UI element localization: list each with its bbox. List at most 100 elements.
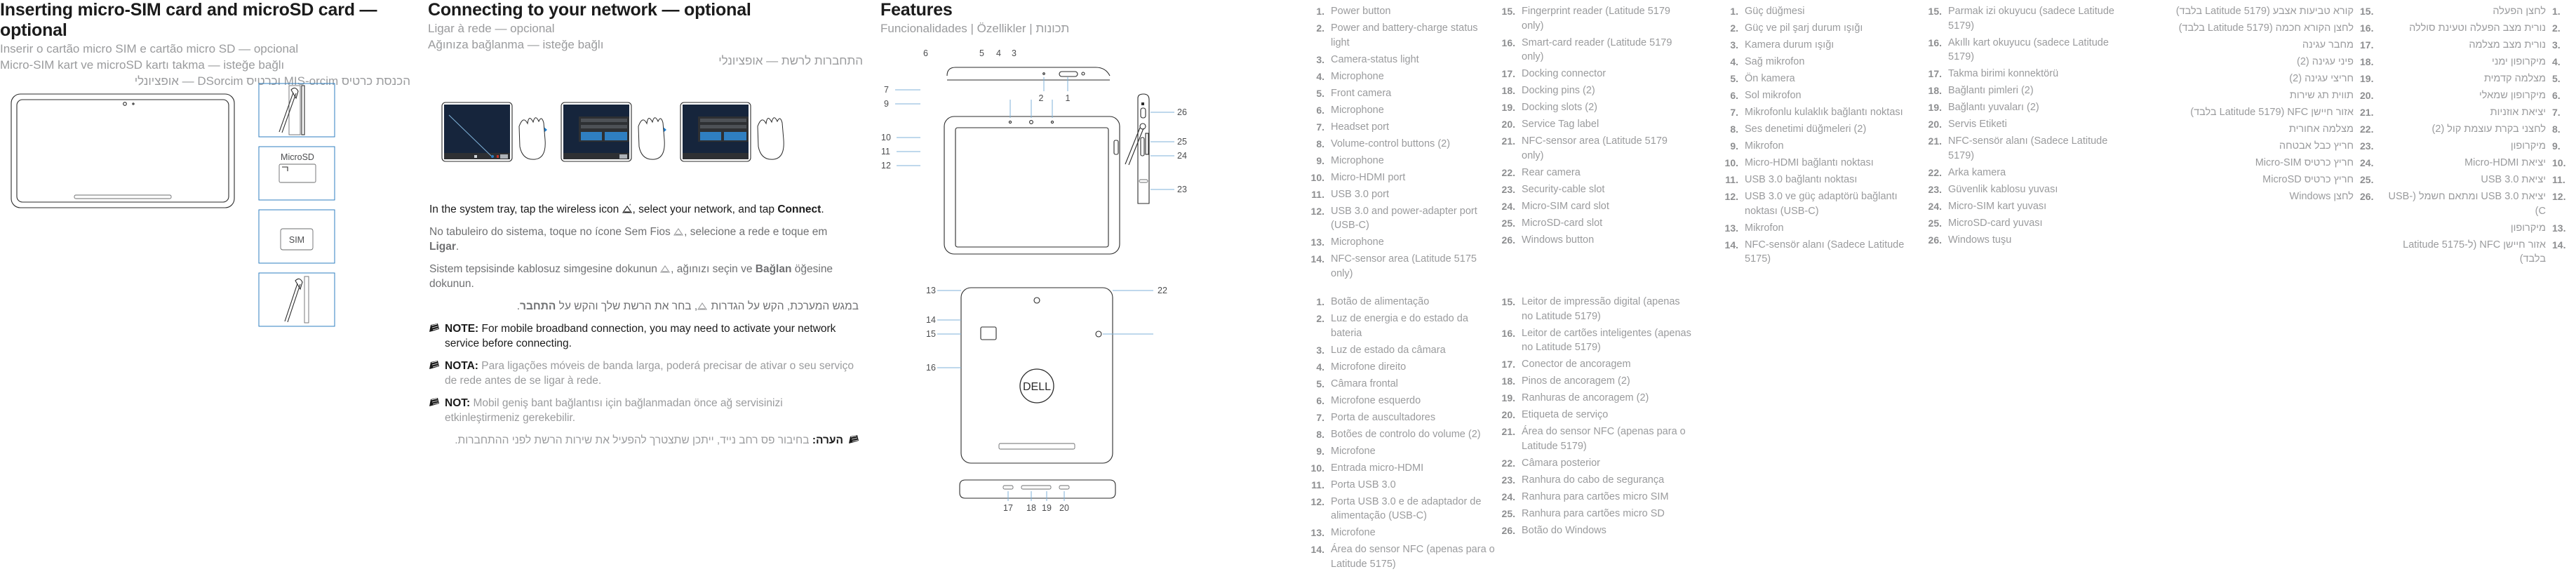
feature-item-number: .15 [2360,6,2374,17]
feature-item-number: 8. [1316,138,1324,149]
feature-item-number: .20 [2360,90,2374,101]
feature-list-item: 10. Entrada micro-HDMI [1306,461,1496,476]
feature-item-label: Kamera durum ışığı [1745,39,1834,51]
feature-item-number: 4. [1730,56,1738,67]
feature-item-label: יציאת Micro-HDMI [2464,157,2546,168]
callout-4: 4 [996,48,1001,58]
sim-tray-step-3: SIM [258,209,335,264]
feature-item-label: Windows button [1522,234,1595,246]
feature-item-label: Micro-SIM card slot [1522,200,1609,212]
feature-item-label: Pinos de ancoragem (2) [1522,375,1630,387]
feature-item-label: מחבר עגינה [2302,39,2354,51]
sim-label: SIM [289,235,304,245]
setup-guide-poster: Inserting micro-SIM card and microSD car… [0,0,2576,570]
feature-item-label: Micro-HDMI port [1331,171,1406,183]
feature-list-item: 15. Leitor de impressão digital (apenas n… [1497,295,1693,323]
feature-item-label: Ranhura para cartões micro SIM [1522,490,1669,502]
feature-item-number: 10. [1310,171,1324,183]
feature-item-number: 15. [1928,6,1942,17]
feature-item-number: .18 [2360,56,2374,67]
feature-list-item: 23. Security-cable slot [1497,182,1672,197]
feature-item-label: Bağlantı pimleri (2) [1948,85,2034,96]
feature-item-label: Akıllı kart okuyucu (sadece Latitude 517… [1948,36,2109,63]
feature-item-number: 23. [1501,474,1515,486]
feature-item-label: Porta de auscultadores [1331,411,1436,423]
feature-item-label: Mikrofon [1745,222,1784,234]
wireless-icon-tr [660,264,671,273]
wireless-icon-pt [673,227,684,236]
feature-list-item: .26 לחצן Windows [2175,189,2378,204]
feature-item-number: 22. [1501,166,1515,178]
feature-item-label: Microphone [1331,70,1384,82]
note-text-he: בחיבור פס רחב נייד, ייתכן שתצטרך להפעיל … [455,434,810,446]
feature-item-label: מיקרופון [2510,140,2546,152]
feature-item-number: .4 [2552,56,2561,67]
feature-item-label: מיקרופון ימני [2491,56,2546,67]
feature-item-label: Área do sensor NFC (apenas para o Latitu… [1331,544,1495,570]
callout-10: 10 [881,133,891,142]
feature-list-item: 24. Ranhura para cartões micro SIM [1497,490,1693,505]
feature-list-item: .17 מחבר עגינה [2175,38,2378,53]
wireless-icon: * [622,204,633,213]
feature-item-number: 20. [1501,119,1515,130]
feature-list-item: 4. Microphone [1306,69,1490,84]
network-section-subtitle-pt: Ligar à rede — opcional [428,22,555,35]
feature-list-item: .4 מיקרופון ימני [2387,55,2570,69]
feature-list-item: 21. NFC-sensör alanı (Sadece Latitude 517… [1924,134,2114,163]
feature-list-item: 26. Botão do Windows [1497,523,1693,538]
network-step-en: In the system tray, tap the wireless ico… [429,203,824,215]
feature-item-number: 25. [1501,507,1515,519]
feature-item-label: Ranhuras de ancoragem (2) [1522,392,1649,403]
sim-tray-step-2: MicroSD [258,146,335,201]
feature-item-label: Docking slots (2) [1522,102,1597,113]
callout-3: 3 [1012,48,1017,58]
callout-5: 5 [979,48,984,58]
note-pencil-icon [429,323,439,333]
feature-item-label: אזור חיישן NFC (Latitude 5179 בלבד) [2190,107,2354,118]
feature-item-label: קורא טביעות אצבע (Latitude 5179 בלבד) [2175,6,2354,17]
feature-list-item: .15 קורא טביעות אצבע (Latitude 5179 בלבד) [2175,4,2378,19]
callout-13: 13 [926,286,936,295]
feature-item-number: .23 [2360,140,2374,152]
feature-item-number: 8. [1730,124,1738,135]
feature-item-number: 21. [1501,426,1515,437]
feature-item-label: Mikrofonlu kulaklık bağlantı noktası [1745,107,1903,118]
feature-item-label: USB 3.0 ve güç adaptörü bağlantı noktası… [1745,191,1898,217]
feature-item-number: 6. [1316,394,1324,406]
feature-list-item: .14 אזור חיישן NFC (ל-Latitude 5175 בלבד) [2387,238,2570,267]
feature-item-label: MicroSD-card yuvası [1948,217,2043,229]
network-screen-3 [680,102,751,162]
feature-item-number: 5. [1316,378,1324,389]
feature-item-label: יציאת USB 3.0 [2481,174,2546,185]
feature-item-number: 11. [1311,188,1324,200]
feature-item-label: Microphone [1331,236,1384,248]
feature-item-number: .14 [2552,239,2566,251]
feature-item-number: 22. [1928,166,1942,178]
note-label-tr: NOT: [445,397,471,409]
feature-item-label: Arka kamera [1948,166,2006,178]
feature-item-label: NFC-sensör alanı (Sadece Latitude 5179) [1948,135,2108,161]
feature-item-label: Microphone [1331,154,1384,166]
feature-list-item: 25. MicroSD-card slot [1497,216,1672,231]
svg-text:DELL: DELL [1023,381,1051,393]
feature-list-item: 8. Ses denetimi düğmeleri (2) [1720,122,1911,137]
feature-item-label: Ranhura para cartões micro SD [1522,507,1665,519]
feature-item-number: 9. [1730,140,1738,152]
feature-item-number: 11. [1725,174,1738,185]
feature-item-number: 17. [1501,359,1515,370]
feature-item-number: 1. [1730,6,1738,17]
feature-list-item: 4. Microfone direito [1306,360,1496,375]
feature-item-label: MicroSD-card slot [1522,217,1603,229]
feature-item-label: Etiqueta de serviço [1522,409,1609,420]
feature-item-number: 9. [1316,154,1324,166]
feature-list-item: 8. Botões de controlo do volume (2) [1306,427,1496,442]
feature-item-number: 20. [1501,409,1515,420]
feature-item-number: 18. [1501,375,1515,387]
feature-item-number: 8. [1316,428,1324,440]
callout-16: 16 [926,363,936,373]
feature-list-item: 5. Front camera [1306,86,1490,101]
feature-item-label: אזור חיישן NFC (ל-Latitude 5175 בלבד) [2403,239,2546,265]
feature-list-item: 1. Botão de alimentação [1306,295,1496,309]
feature-item-label: Front camera [1331,87,1392,99]
feature-item-number: .1 [2552,6,2561,17]
